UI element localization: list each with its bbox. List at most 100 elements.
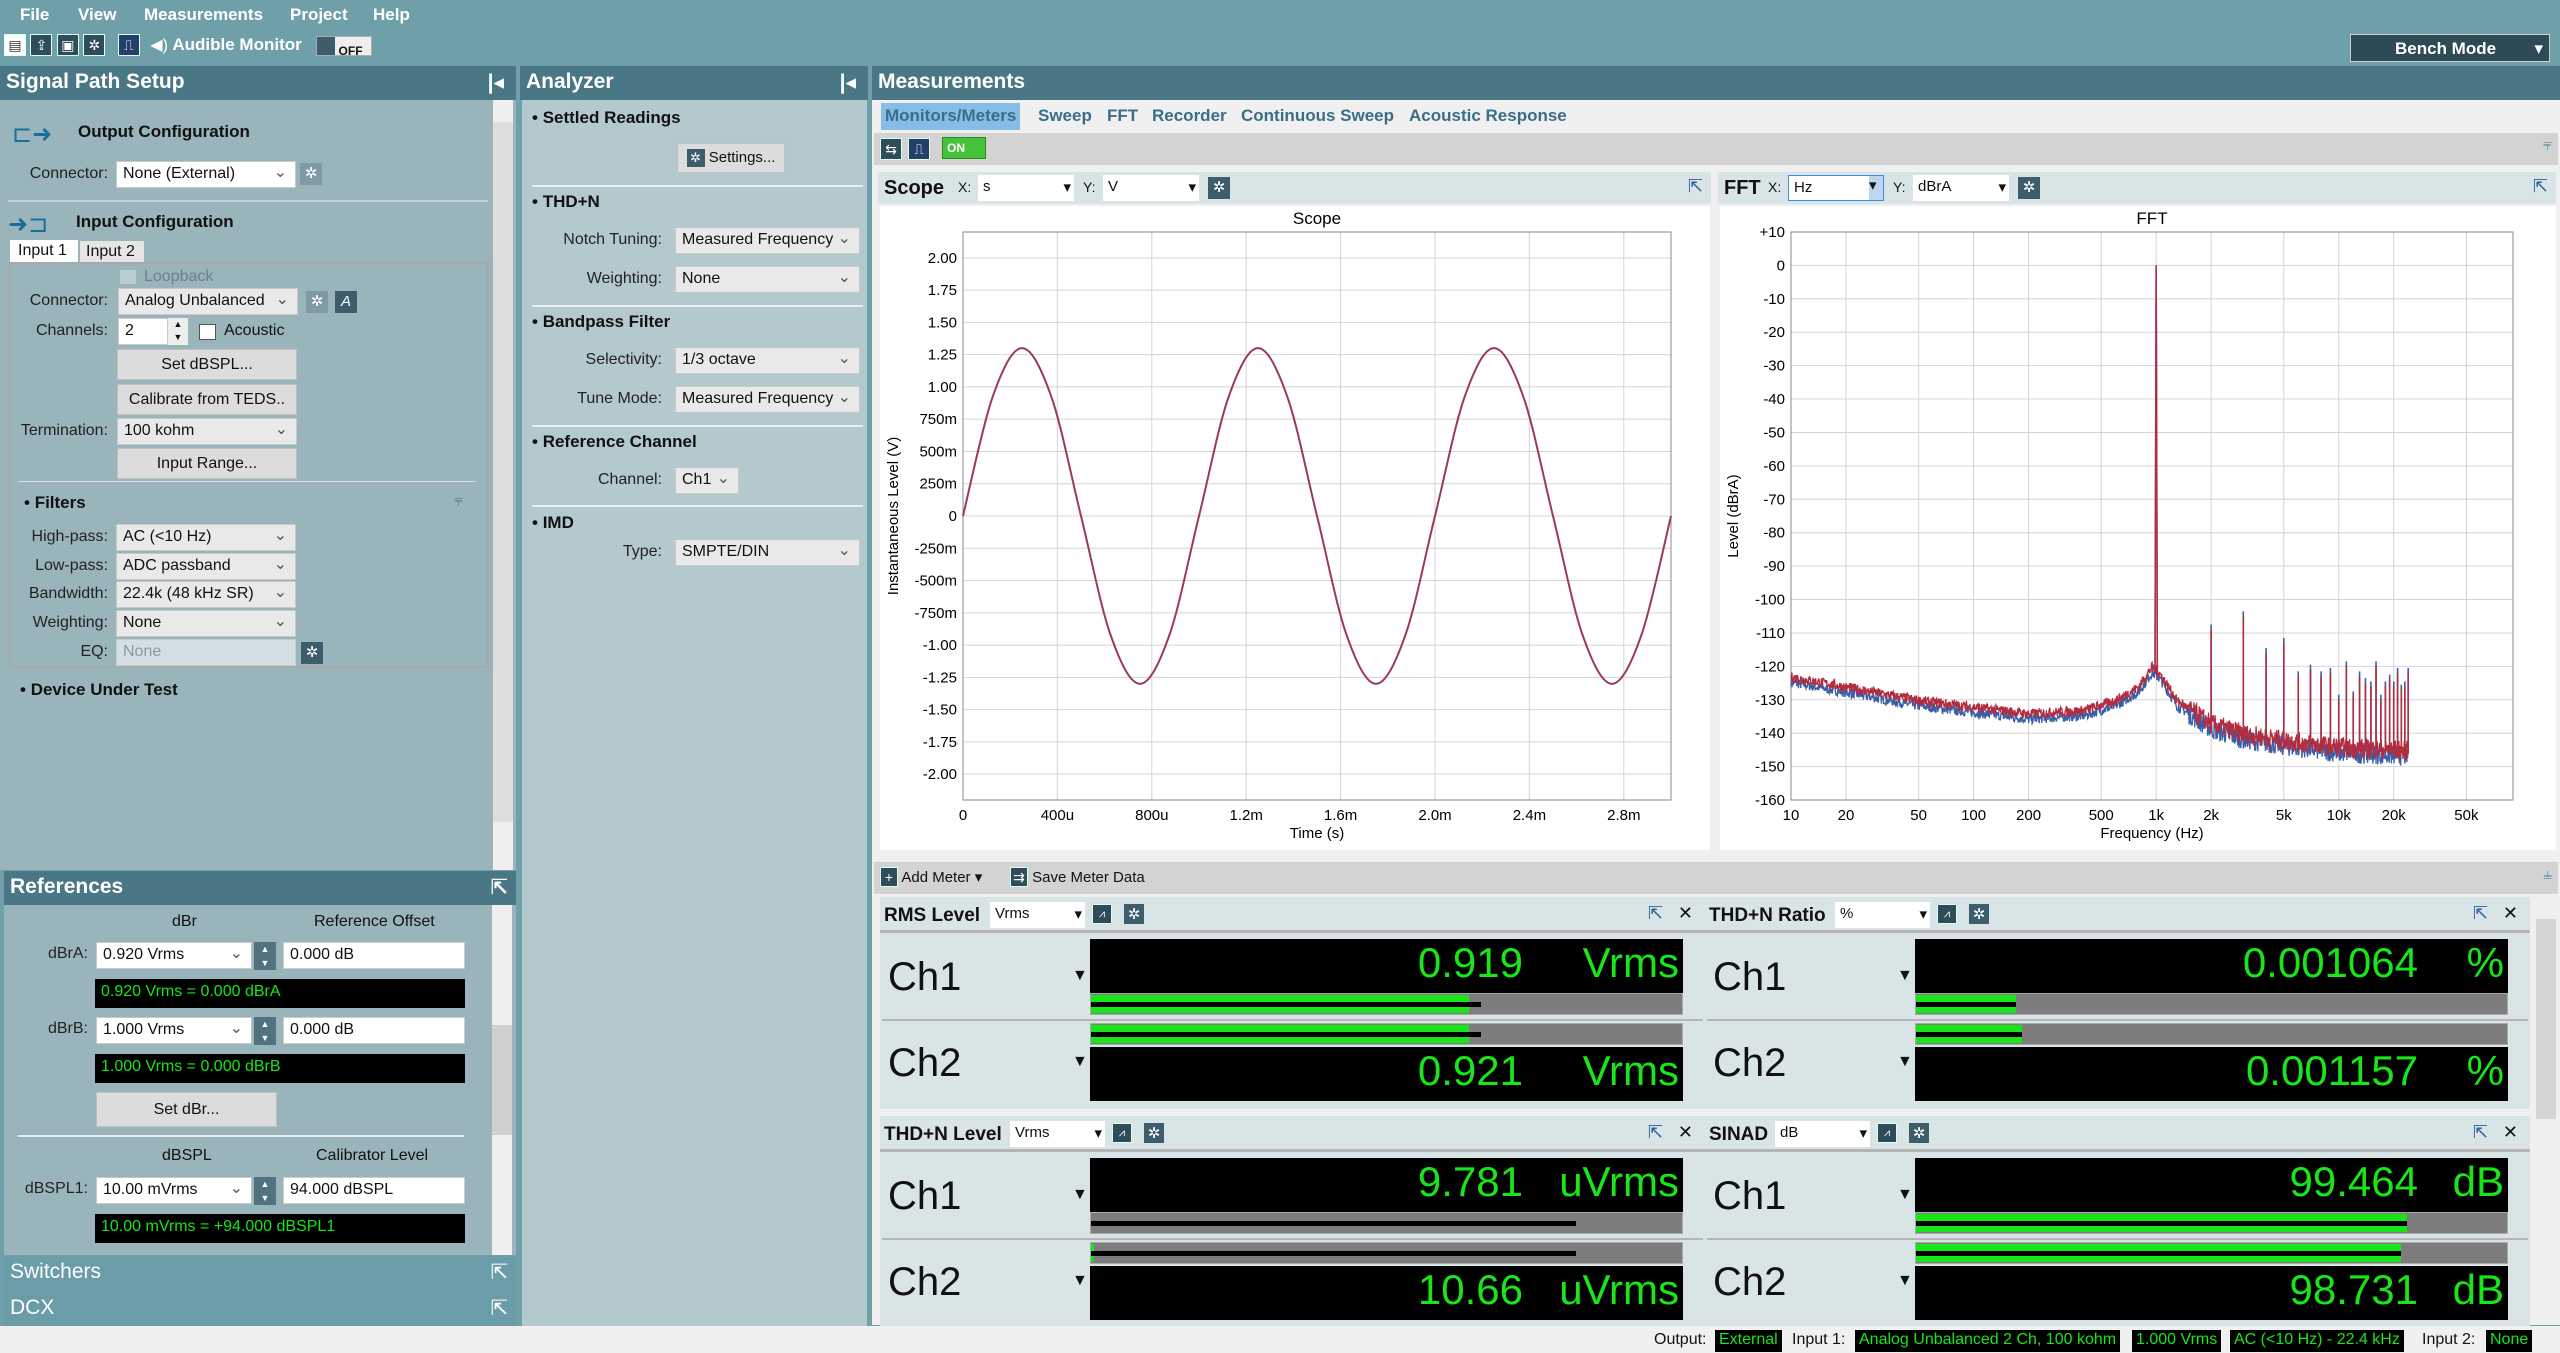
gear-icon[interactable]: ✲ [1909, 1123, 1929, 1143]
popout-icon[interactable]: ⇱ [1648, 1122, 1663, 1143]
channel-dropdown-arrow[interactable]: ▼ [1072, 1053, 1088, 1071]
set-dbr-button[interactable]: Set dBr... [96, 1092, 277, 1127]
gear-icon[interactable]: ✲ [2018, 177, 2040, 199]
settings-button[interactable]: ✲ Settings... [677, 143, 785, 173]
gear-icon[interactable]: ✲ [1969, 904, 1989, 924]
add-meter-button[interactable]: + Add Meter ▾ [880, 867, 982, 887]
channel-dropdown-arrow[interactable]: ▼ [1072, 967, 1088, 985]
notch-tuning-dropdown[interactable]: Measured Frequency [675, 227, 860, 254]
calibrate-teds-button[interactable]: Calibrate from TEDS.. [117, 384, 297, 415]
collapse-icon[interactable]: ⫧ [454, 493, 463, 511]
input-range-button[interactable]: Input Range... [117, 448, 297, 479]
open-icon[interactable]: ⇪ [30, 34, 53, 56]
menu-project[interactable]: Project [290, 5, 348, 25]
tab-recorder[interactable]: Recorder [1148, 103, 1231, 130]
switchers-header[interactable]: Switchers ⇱ [4, 1256, 516, 1290]
scrollbar[interactable] [493, 100, 513, 870]
fft-chart[interactable]: FFT +10 0 -10 -20 -30 -40 -50 -60 -70 -80 -90 -100 -1… [1720, 206, 2556, 850]
dbra-dropdown[interactable]: 0.920 Vrms [96, 942, 252, 969]
meter-unit-dropdown[interactable]: Vrms ▾ [990, 902, 1085, 928]
save-icon[interactable]: ▣ [56, 34, 79, 56]
pin-icon[interactable]: |◂ [488, 70, 504, 95]
imd-type-dropdown[interactable]: SMPTE/DIN [675, 539, 860, 566]
menu-help[interactable]: Help [373, 5, 410, 25]
meter-unit-dropdown[interactable]: % ▾ [1835, 902, 1930, 928]
tab-sweep[interactable]: Sweep [1034, 103, 1096, 130]
bandwidth-dropdown[interactable]: 22.4k (48 kHz SR) [116, 581, 296, 608]
tab-acoustic-response[interactable]: Acoustic Response [1405, 103, 1571, 130]
mode-dropdown[interactable]: Bench Mode ▾ [2350, 34, 2550, 62]
popout-icon[interactable]: ⇱ [2533, 176, 2548, 197]
tab-continuous-sweep[interactable]: Continuous Sweep [1237, 103, 1398, 130]
channel-dropdown[interactable]: Ch1 [675, 467, 739, 494]
dbspl1-dropdown[interactable]: 10.00 mVrms [96, 1177, 252, 1204]
weighting-dropdown[interactable]: None [675, 266, 860, 293]
scrollbar[interactable] [492, 905, 512, 1255]
graph-icon[interactable]: ⩘ [1092, 904, 1112, 924]
channel-dropdown-arrow[interactable]: ▼ [1897, 1053, 1913, 1071]
gear-icon[interactable]: ✲ [306, 291, 328, 313]
popout-icon[interactable]: ⇱ [1648, 903, 1663, 924]
fft-x-unit-dropdown[interactable]: Hz ▾ [1788, 175, 1884, 201]
save-meter-data-button[interactable]: ⇉ Save Meter Data [1010, 867, 1145, 887]
meter-unit-dropdown[interactable]: Vrms ▾ [1010, 1121, 1105, 1147]
menu-measurements[interactable]: Measurements [144, 5, 263, 25]
close-icon[interactable]: ✕ [1678, 1122, 1693, 1143]
gear-icon[interactable]: ✲ [301, 642, 323, 664]
tab-fft[interactable]: FFT [1103, 103, 1142, 130]
highpass-dropdown[interactable]: AC (<10 Hz) [116, 524, 296, 551]
output-connector-dropdown[interactable]: None (External) [116, 161, 296, 188]
selectivity-dropdown[interactable]: 1/3 octave [675, 347, 860, 374]
graph-icon[interactable]: ⩘ [1937, 904, 1957, 924]
dbrb-stepper[interactable]: ▲ ▼ [254, 1017, 276, 1045]
gear-icon[interactable]: ✲ [300, 163, 322, 185]
close-icon[interactable]: ✕ [2503, 1122, 2518, 1143]
weighting-dropdown[interactable]: None [116, 610, 296, 637]
scope-chart[interactable]: Scope 2.00 1.75 1.50 1.25 1.00 750m 500m 250m 0 -2… [880, 206, 1710, 850]
acoustic-checkbox[interactable] [199, 324, 216, 340]
channels-stepper[interactable]: ▲ ▼ [168, 318, 188, 345]
dbra-offset-input[interactable]: 0.000 dB [283, 942, 465, 969]
input-connector-dropdown[interactable]: Analog Unbalanced [118, 288, 298, 315]
dbspl1-cal-input[interactable]: 94.000 dBSPL [283, 1177, 465, 1204]
dcx-header[interactable]: DCX ⇱ [4, 1292, 516, 1326]
collapse-icon[interactable]: ⫧ [2543, 137, 2552, 155]
channel-dropdown-arrow[interactable]: ▼ [1072, 1186, 1088, 1204]
scope-x-unit-dropdown[interactable]: s ▾ [978, 175, 1074, 201]
channels-input[interactable]: 2 [118, 318, 168, 345]
close-icon[interactable]: ✕ [2503, 903, 2518, 924]
pin-icon[interactable]: |◂ [840, 70, 856, 95]
autorange-icon[interactable]: A [335, 291, 357, 313]
channel-dropdown-arrow[interactable]: ▼ [1897, 1186, 1913, 1204]
dbspl1-stepper[interactable]: ▲ ▼ [254, 1177, 276, 1205]
channel-dropdown-arrow[interactable]: ▼ [1897, 1272, 1913, 1290]
settings-icon[interactable]: ✲ [83, 34, 106, 56]
popout-icon[interactable]: ⇱ [2473, 903, 2488, 924]
dbrb-dropdown[interactable]: 1.000 Vrms [96, 1017, 252, 1044]
menu-view[interactable]: View [78, 5, 116, 25]
audible-monitor-toggle[interactable]: OFF [316, 35, 373, 58]
graph-icon[interactable]: ⩘ [1877, 1123, 1897, 1143]
dbra-stepper[interactable]: ▲ ▼ [254, 942, 276, 970]
eq-field[interactable]: None [116, 639, 296, 666]
collapse-icon[interactable]: ⫨ [2543, 866, 2552, 884]
meter-unit-dropdown[interactable]: dB ▾ [1775, 1121, 1870, 1147]
lowpass-dropdown[interactable]: ADC passband [116, 553, 296, 580]
generator-icon[interactable]: ⎍ [117, 34, 140, 56]
termination-dropdown[interactable]: 100 kohm [117, 418, 297, 445]
popout-icon[interactable]: ⇱ [2473, 1122, 2488, 1143]
new-file-icon[interactable]: ▤ [4, 34, 26, 56]
loopback-checkbox[interactable] [120, 270, 136, 284]
tab-input-2[interactable]: Input 2 [80, 241, 144, 262]
popout-icon[interactable]: ⇱ [490, 875, 508, 900]
swap-icon[interactable]: ⇆ [880, 138, 902, 160]
menu-file[interactable]: File [20, 5, 49, 25]
fft-y-unit-dropdown[interactable]: dBrA ▾ [1913, 175, 2009, 201]
tab-monitors-meters[interactable]: Monitors/Meters [881, 103, 1021, 130]
dbrb-offset-input[interactable]: 0.000 dB [283, 1017, 465, 1044]
channel-dropdown-arrow[interactable]: ▼ [1897, 967, 1913, 985]
graph-icon[interactable]: ⩘ [1112, 1123, 1132, 1143]
channel-dropdown-arrow[interactable]: ▼ [1072, 1272, 1088, 1290]
set-dbspl-button[interactable]: Set dBSPL... [117, 349, 297, 380]
gear-icon[interactable]: ✲ [1144, 1123, 1164, 1143]
